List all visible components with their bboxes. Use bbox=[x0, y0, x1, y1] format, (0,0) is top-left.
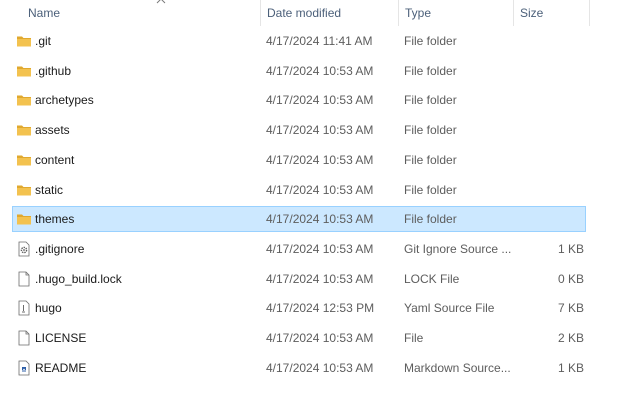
file-size: 1 KB bbox=[557, 241, 584, 256]
file-size bbox=[513, 207, 584, 231]
blank-file-icon bbox=[16, 271, 32, 287]
file-size: 1 KB bbox=[557, 360, 584, 375]
file-row[interactable]: hugo 4/17/2024 12:53 PM Yaml Source File 7 … bbox=[12, 295, 586, 321]
folder-icon bbox=[16, 182, 32, 198]
file-type: File folder bbox=[404, 123, 457, 138]
file-date-modified: 4/17/2024 10:53 AM bbox=[266, 271, 374, 286]
file-name: content bbox=[35, 152, 75, 167]
file-name: README bbox=[35, 360, 87, 375]
file-row[interactable]: LICENSE 4/17/2024 10:53 AM File 2 KB bbox=[12, 325, 586, 351]
file-name: .hugo_build.lock bbox=[35, 271, 122, 286]
file-date-modified: 4/17/2024 11:41 AM bbox=[266, 34, 373, 48]
file-type: Markdown Source... bbox=[404, 360, 511, 375]
folder-icon bbox=[16, 63, 32, 79]
text-file-icon bbox=[16, 300, 32, 316]
file-type: Git Ignore Source ... bbox=[404, 241, 512, 256]
column-header-name[interactable]: Name bbox=[22, 0, 260, 26]
file-row[interactable]: .git 4/17/2024 11:41 AM File folder bbox=[12, 28, 586, 54]
file-name: hugo bbox=[35, 301, 62, 316]
sort-ascending-icon bbox=[156, 0, 166, 4]
column-header-bar: Name Date modified Type Size bbox=[0, 0, 590, 26]
file-date-modified: 4/17/2024 10:53 AM bbox=[266, 63, 374, 78]
file-type: File folder bbox=[404, 63, 457, 78]
file-size: 2 KB bbox=[557, 331, 584, 345]
file-row[interactable]: assets 4/17/2024 10:53 AM File folder bbox=[12, 117, 586, 143]
file-row[interactable]: .hugo_build.lock 4/17/2024 10:53 AM LOCK F… bbox=[12, 266, 586, 292]
file-date-modified: 4/17/2024 10:53 AM bbox=[266, 360, 374, 375]
file-size: 0 KB bbox=[557, 271, 584, 286]
column-header-type[interactable]: Type bbox=[398, 0, 513, 26]
file-row[interactable]: static 4/17/2024 10:53 AM File folder bbox=[12, 177, 586, 203]
file-size bbox=[513, 88, 584, 112]
folder-icon bbox=[16, 122, 32, 138]
file-name: static bbox=[35, 182, 64, 197]
file-type: File bbox=[404, 331, 424, 345]
file-size bbox=[513, 118, 584, 142]
file-date-modified: 4/17/2024 10:53 AM bbox=[266, 182, 374, 197]
file-date-modified: 4/17/2024 10:53 AM bbox=[266, 93, 374, 108]
file-size bbox=[513, 178, 584, 202]
file-type: File folder bbox=[404, 34, 457, 48]
file-type: File folder bbox=[404, 152, 457, 167]
file-size bbox=[513, 59, 584, 83]
markdown-file-icon bbox=[16, 360, 32, 376]
file-explorer: Name Date modified Type Size .git 4/17/20… bbox=[0, 0, 624, 413]
column-header-type-label: Type bbox=[405, 6, 432, 20]
file-type: File folder bbox=[404, 182, 457, 197]
file-name: archetypes bbox=[35, 93, 94, 108]
column-header-size-label: Size bbox=[520, 6, 544, 20]
folder-icon bbox=[16, 152, 32, 168]
file-row[interactable]: themes 4/17/2024 10:53 AM File folder bbox=[12, 206, 586, 233]
gear-file-icon bbox=[16, 241, 32, 257]
blank-file-icon bbox=[16, 330, 32, 346]
file-name: LICENSE bbox=[35, 331, 87, 345]
file-type: Yaml Source File bbox=[404, 301, 495, 316]
file-name: .gitignore bbox=[35, 241, 85, 256]
folder-icon bbox=[16, 211, 32, 227]
file-date-modified: 4/17/2024 10:53 AM bbox=[266, 331, 374, 345]
file-date-modified: 4/17/2024 10:53 AM bbox=[266, 123, 374, 138]
column-header-date[interactable]: Date modified bbox=[260, 0, 398, 26]
file-name: .github bbox=[35, 63, 72, 78]
file-type: File folder bbox=[404, 212, 457, 227]
file-type: File folder bbox=[404, 93, 457, 108]
file-row[interactable]: archetypes 4/17/2024 10:53 AM File folder bbox=[12, 87, 586, 113]
file-type: LOCK File bbox=[404, 271, 460, 286]
file-row[interactable]: .gitignore 4/17/2024 10:53 AM Git Ignore S… bbox=[12, 236, 586, 262]
folder-icon bbox=[16, 92, 32, 108]
column-header-date-label: Date modified bbox=[267, 6, 342, 20]
file-name: .git bbox=[35, 34, 52, 48]
file-date-modified: 4/17/2024 10:53 AM bbox=[266, 212, 374, 227]
file-name: assets bbox=[35, 123, 70, 138]
file-size bbox=[513, 29, 584, 53]
file-row[interactable]: README 4/17/2024 10:53 AM Markdown Source.… bbox=[12, 355, 586, 381]
file-name: themes bbox=[35, 212, 75, 227]
file-size bbox=[513, 148, 584, 172]
file-date-modified: 4/17/2024 10:53 AM bbox=[266, 152, 374, 167]
file-size: 7 KB bbox=[557, 301, 584, 316]
file-date-modified: 4/17/2024 10:53 AM bbox=[266, 241, 374, 256]
folder-icon bbox=[16, 33, 32, 49]
file-date-modified: 4/17/2024 12:53 PM bbox=[266, 301, 375, 316]
file-row[interactable]: content 4/17/2024 10:53 AM File folder bbox=[12, 147, 586, 173]
file-row[interactable]: .github 4/17/2024 10:53 AM File folder bbox=[12, 58, 586, 84]
column-header-size[interactable]: Size bbox=[513, 0, 590, 26]
column-header-name-label: Name bbox=[28, 6, 61, 20]
